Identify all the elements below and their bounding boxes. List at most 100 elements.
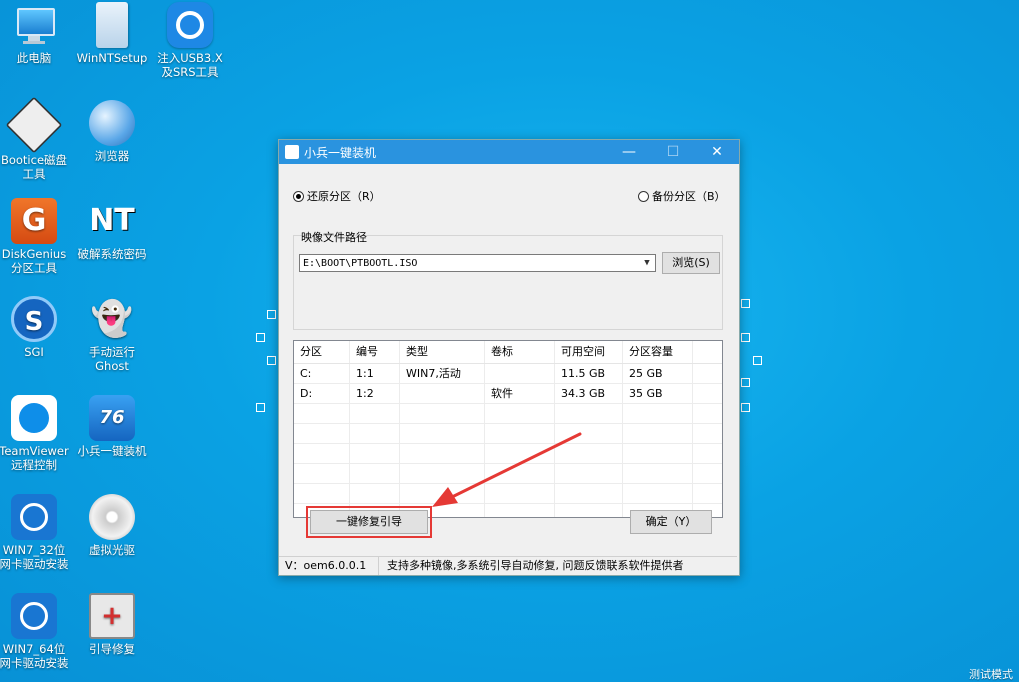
desktop-icon-bootice[interactable]: Bootice磁盘 工具 [0,96,72,181]
desktop-icon-winntsetup[interactable]: WinNTSetup [74,2,150,65]
decorative-square [753,356,762,365]
desktop-icon-label: DiskGenius [1,247,67,261]
table-row-empty [294,484,722,504]
desktop-icon-diskgenius[interactable]: G DiskGenius 分区工具 [0,198,72,275]
table-cell: 软件 [485,384,555,403]
column-header[interactable]: 卷标 [485,341,555,363]
desktop-icon-label-line2: 网卡驱动安装 [0,557,69,571]
one-click-repair-boot-button[interactable]: 一键修复引导 [310,510,428,534]
ghost-icon: 👻 [90,299,134,339]
desktop-icon-label: 小兵一键装机 [77,444,147,458]
table-row-empty [294,404,722,424]
table-cell: 34.3 GB [555,384,623,403]
table-row[interactable]: C: 1:1 WIN7,活动 11.5 GB 25 GB [294,364,722,384]
driver-install-icon [11,593,57,639]
table-row-empty [294,464,722,484]
radio-backup-label: 备份分区（B） [652,190,726,203]
decorative-square [741,333,750,342]
decorative-square [741,299,750,308]
desktop-icon-label: TeamViewer [0,444,69,458]
first-aid-kit-icon: + [89,593,135,639]
test-mode-watermark: 测试模式 [969,668,1013,681]
image-path-combobox[interactable]: E:\BOOT\PTBOOTL.ISO ▼ [299,254,656,272]
window-titlebar[interactable]: 小兵一键装机 — ☐ ✕ [279,140,739,164]
column-header[interactable]: 分区 [294,341,350,363]
status-version: V：oem6.0.0.1 [279,557,379,575]
desktop-icon-label-line2: 工具 [22,167,46,181]
table-cell: D: [294,384,350,403]
desktop-icon-this-pc[interactable]: 此电脑 [0,2,72,65]
desktop-icon-label-line2: 远程控制 [11,458,57,472]
table-cell: 1:1 [350,364,400,383]
desktop-icon-label-line2: 分区工具 [11,261,57,275]
desktop-icon-label: Bootice磁盘 [0,153,68,167]
decorative-square [256,403,265,412]
desktop-icon-xiaobing-installer[interactable]: 76 小兵一键装机 [74,395,150,458]
table-row-empty [294,444,722,464]
sgi-icon: S [11,296,57,342]
setup-document-icon [96,2,128,48]
image-path-label: 映像文件路径 [301,231,367,244]
column-header[interactable]: 编号 [350,341,400,363]
key-icon: NT [89,203,135,238]
desktop-icon-browser[interactable]: 浏览器 [74,100,150,163]
diskgenius-icon: G [11,198,57,244]
decorative-square [741,403,750,412]
chevron-down-icon[interactable]: ▼ [639,255,655,271]
computer-icon [11,2,57,48]
radio-unselected-icon [638,190,649,202]
column-header[interactable]: 可用空间 [555,341,623,363]
table-row[interactable]: D: 1:2 软件 34.3 GB 35 GB [294,384,722,404]
desktop-icon-virtual-drive[interactable]: 虚拟光驱 [74,494,150,557]
desktop-icon-label-line2: Ghost [95,359,129,373]
image-path-group [293,235,723,330]
column-header[interactable]: 类型 [400,341,485,363]
desktop-icon-sgi[interactable]: S SGI [0,296,72,359]
image-path-value: E:\BOOT\PTBOOTL.ISO [303,258,418,269]
xiaobing-icon: 76 [89,395,135,441]
desktop-icon-label: 手动运行 [89,345,135,359]
app-icon [285,145,299,159]
radio-backup-partition[interactable]: 备份分区（B） [638,188,726,204]
table-row-empty [294,424,722,444]
minimize-button[interactable]: — [607,140,651,164]
radio-selected-icon [293,190,304,202]
gear-icon [167,2,213,48]
status-message: 支持多种镜像,多系统引导自动修复, 问题反馈联系软件提供者 [387,559,684,572]
table-cell: 25 GB [623,364,693,383]
close-button[interactable]: ✕ [695,140,739,164]
radio-restore-label: 还原分区（R） [307,190,381,203]
desktop-icon-password-crack[interactable]: NT 破解系统密码 [74,198,150,261]
desktop-icon-label-line2: 网卡驱动安装 [0,656,69,670]
desktop-icon-label: 此电脑 [16,51,52,65]
globe-icon [89,100,135,146]
desktop-icon-usb3-inject[interactable]: 注入USB3.X 及SRS工具 [152,2,228,79]
floppy-disk-icon [5,96,63,154]
desktop-icon-win7-32-driver[interactable]: WIN7_32位 网卡驱动安装 [0,494,72,571]
maximize-button: ☐ [666,144,680,160]
table-cell: 1:2 [350,384,400,403]
desktop-icon-label: WIN7_32位 [2,543,66,557]
desktop-icon-boot-repair[interactable]: + 引导修复 [74,593,150,656]
decorative-square [267,356,276,365]
partition-table: 分区 编号 类型 卷标 可用空间 分区容量 C: 1:1 WIN7,活动 11.… [293,340,723,518]
desktop-icon-label: 浏览器 [94,149,130,163]
desktop-icon-label: SGI [24,345,44,359]
browse-button[interactable]: 浏览(S) [662,252,720,274]
decorative-square [267,310,276,319]
desktop-icon-label: 破解系统密码 [77,247,147,261]
desktop-icon-teamviewer[interactable]: TeamViewer 远程控制 [0,395,72,472]
desktop-icon-win7-64-driver[interactable]: WIN7_64位 网卡驱动安装 [0,593,72,670]
ok-button[interactable]: 确定（Y） [630,510,712,534]
column-header[interactable]: 分区容量 [623,341,693,363]
table-cell [400,384,485,403]
teamviewer-icon [11,395,57,441]
table-cell [485,364,555,383]
table-cell: WIN7,活动 [400,364,485,383]
radio-restore-partition[interactable]: 还原分区（R） [293,188,381,204]
desktop-icon-label: WinNTSetup [76,51,148,65]
cd-drive-icon [89,494,135,540]
table-header: 分区 编号 类型 卷标 可用空间 分区容量 [294,341,722,364]
desktop-icon-ghost[interactable]: 👻 手动运行 Ghost [74,296,150,373]
status-bar: V：oem6.0.0.1 支持多种镜像,多系统引导自动修复, 问题反馈联系软件提… [279,556,737,575]
